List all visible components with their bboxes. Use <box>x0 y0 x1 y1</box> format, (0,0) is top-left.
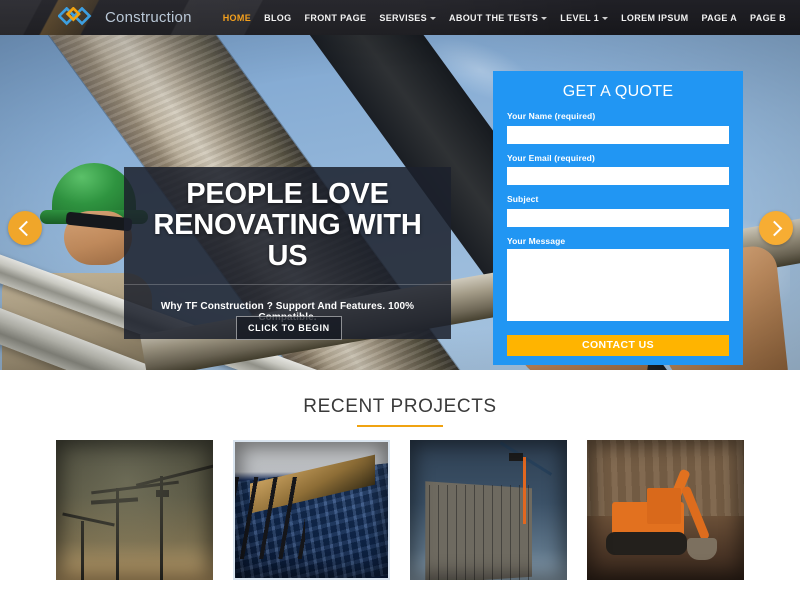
click-to-begin-button[interactable]: CLICK TO BEGIN <box>236 316 342 340</box>
nav-item-page-a[interactable]: PAGE A <box>701 13 737 23</box>
nav-item-home[interactable]: HOME <box>223 13 251 23</box>
subject-input[interactable] <box>507 208 729 227</box>
nav-item-level-1[interactable]: LEVEL 1 <box>560 12 609 23</box>
hero-title: PEOPLE LOVE RENOVATING WITH US <box>153 178 422 273</box>
your-name-input[interactable] <box>507 125 729 144</box>
thumbnail-vignette <box>587 440 744 580</box>
your-email-label: Your Email (required) <box>507 152 595 163</box>
recent-projects-section: RECENT PROJECTS <box>0 370 800 599</box>
nav-item-label: LOREM IPSUM <box>621 12 689 23</box>
nav-item-label: PAGE A <box>701 12 738 23</box>
site-header: Construction HOME BLOG FRONT PAGE SERVIS… <box>0 0 800 35</box>
interlocking-diamonds-logo-icon <box>58 6 92 25</box>
chevron-left-icon <box>18 220 35 236</box>
nav-item-label: BLOG <box>264 12 292 23</box>
nav-item-label: PAGE B <box>750 12 786 23</box>
chevron-right-icon <box>766 220 783 236</box>
your-name-label: Your Name (required) <box>507 111 596 121</box>
nav-item-label: LEVEL 1 <box>560 12 600 23</box>
nav-item-blog[interactable]: BLOG <box>264 13 291 23</box>
recent-projects-title: RECENT PROJECTS <box>303 396 497 417</box>
thumbnail-vignette <box>235 442 388 578</box>
your-email-input[interactable] <box>507 167 729 185</box>
thumbnail-vignette <box>56 440 213 580</box>
project-card-tower-cranes[interactable] <box>56 440 213 580</box>
nav-item-front-page[interactable]: FRONT PAGE <box>305 13 367 23</box>
nav-item-label: SERVISES <box>379 12 427 23</box>
nav-item-about-the-tests[interactable]: ABOUT THE TESTS <box>449 12 548 23</box>
project-card-highrise-construction[interactable] <box>410 440 567 580</box>
brand-logo[interactable]: Construction <box>58 6 192 29</box>
project-card-excavator[interactable] <box>587 440 744 580</box>
quote-form-title: GET A QUOTE <box>562 83 674 100</box>
get-a-quote-form: GET A QUOTE Your Name (required) Your Em… <box>493 71 743 365</box>
nav-item-label: HOME <box>222 12 252 23</box>
title-underline <box>357 425 443 427</box>
subject-label: Subject <box>507 194 539 204</box>
nav-item-label: FRONT PAGE <box>304 12 367 23</box>
your-message-label: Your Message <box>507 235 566 246</box>
hero-caption: PEOPLE LOVE RENOVATING WITH US Why TF Co… <box>124 167 451 340</box>
projects-grid <box>0 440 800 580</box>
nav-item-servises[interactable]: SERVISES <box>379 13 436 23</box>
chevron-down-icon <box>541 17 548 20</box>
main-navigation: HOME BLOG FRONT PAGE SERVISES ABOUT THE … <box>223 13 786 23</box>
contact-us-button[interactable]: CONTACT US <box>507 334 729 356</box>
slider-next-button[interactable] <box>759 211 793 245</box>
thumbnail-vignette <box>410 440 567 580</box>
brand-name: Construction <box>105 9 192 26</box>
your-message-textarea[interactable] <box>507 248 729 321</box>
slider-prev-button[interactable] <box>8 211 42 245</box>
nav-item-page-b[interactable]: PAGE B <box>750 13 786 23</box>
nav-item-label: ABOUT THE TESTS <box>449 12 539 23</box>
nav-item-lorem-ipsum[interactable]: LOREM IPSUM <box>621 13 688 23</box>
chevron-down-icon <box>602 17 609 20</box>
chevron-down-icon <box>430 17 436 20</box>
project-card-glass-skyscraper[interactable] <box>233 440 390 580</box>
